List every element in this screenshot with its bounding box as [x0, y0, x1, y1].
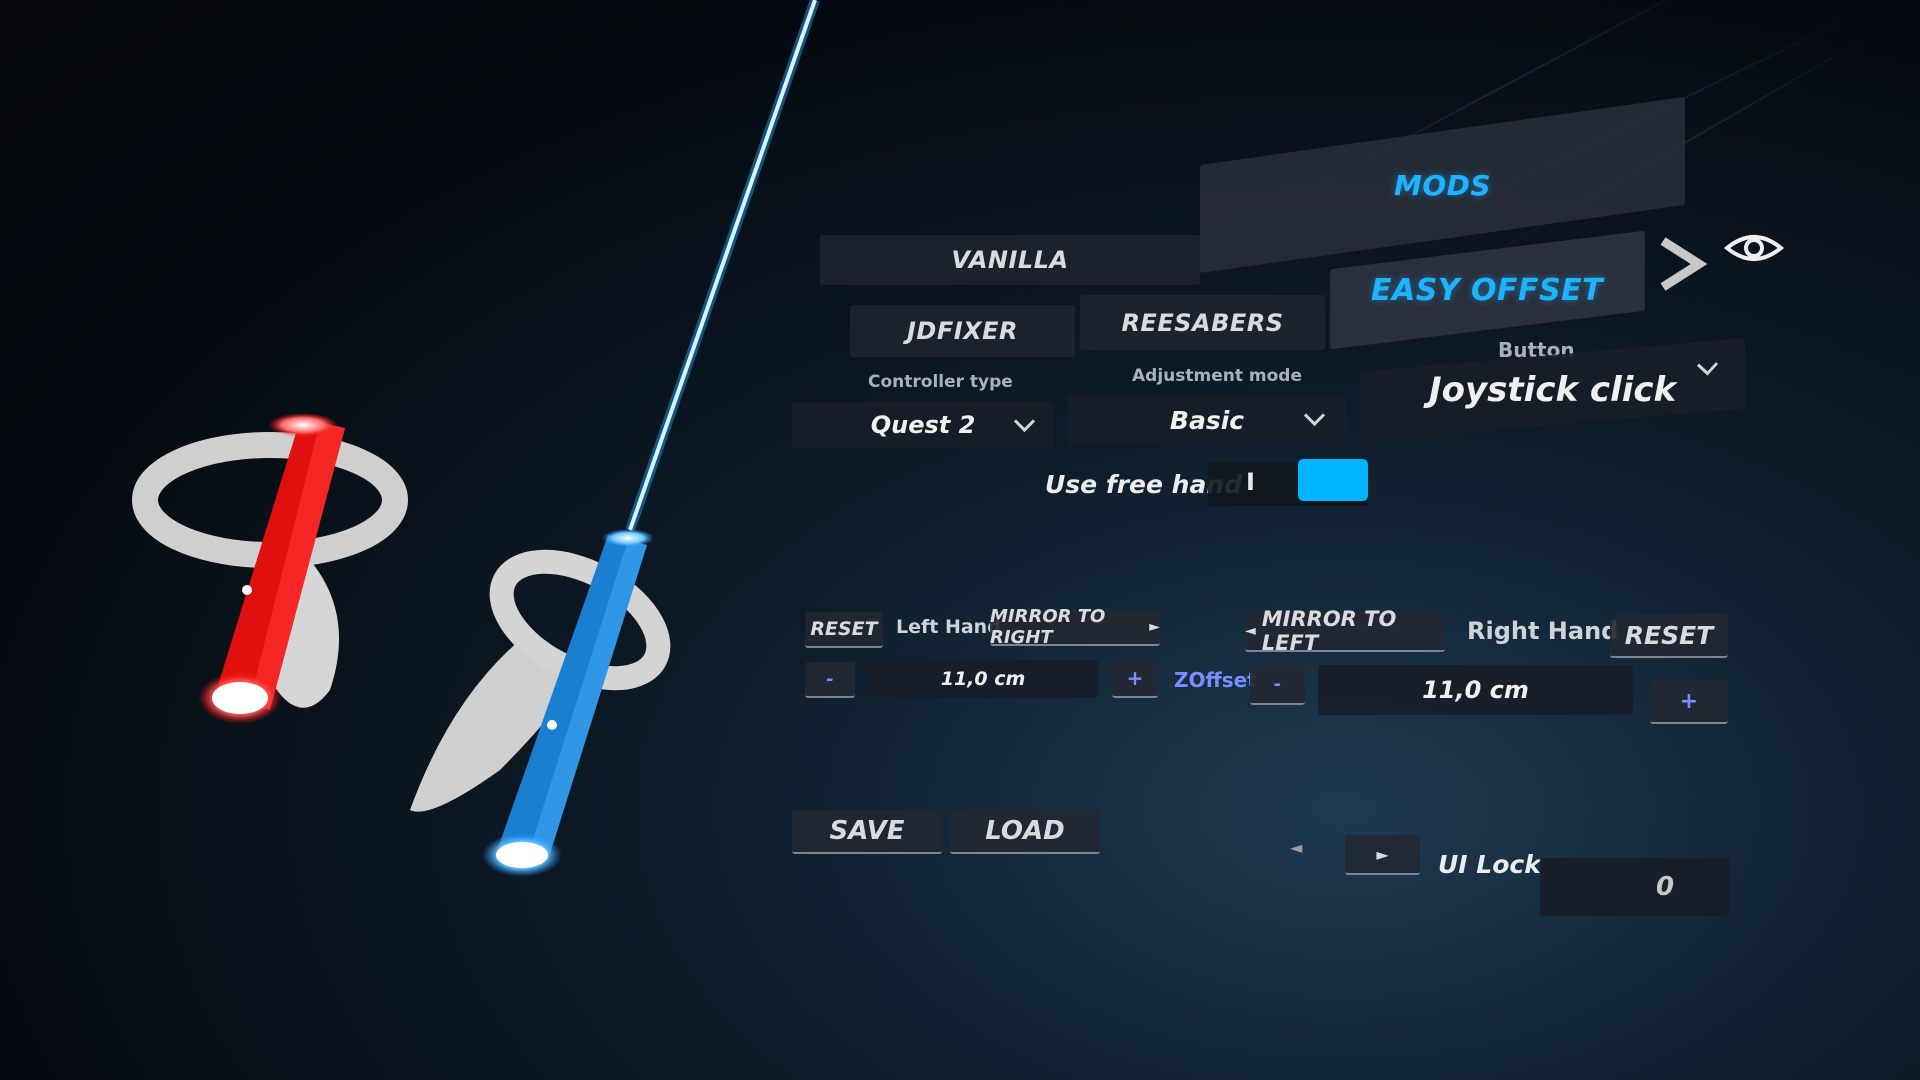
adjustment-mode-label: Adjustment mode — [1132, 366, 1302, 386]
free-hand-toggle[interactable]: I — [1208, 459, 1368, 506]
next-arrow-icon[interactable] — [1655, 235, 1707, 293]
offset-value: 11,0 cm — [1422, 676, 1529, 704]
eye-icon[interactable] — [1723, 230, 1785, 266]
tab-label: MODS — [1393, 168, 1492, 202]
tab-label: VANILLA — [951, 246, 1069, 274]
controller-type-value: Quest 2 — [870, 411, 976, 439]
chevron-down-icon — [1696, 354, 1719, 376]
button-label: RESET — [1624, 620, 1714, 650]
left-minus-button[interactable]: - — [805, 662, 855, 698]
ui-lock-next-button[interactable]: ► — [1345, 835, 1420, 875]
left-reset-button[interactable]: RESET — [805, 612, 883, 648]
arrow-left-icon: ◄ — [1245, 623, 1256, 639]
button-label: LOAD — [985, 816, 1065, 846]
zoffset-label: ZOffset — [1174, 668, 1257, 692]
button-label: - — [826, 668, 834, 690]
button-value: Joystick click — [1428, 370, 1677, 410]
mirror-to-right-button[interactable]: MIRROR TO RIGHT ► — [990, 606, 1160, 648]
right-offset-value[interactable]: 11,0 cm — [1318, 665, 1633, 715]
arrow-right-icon: ► — [1376, 844, 1389, 864]
controller-type-label: Controller type — [868, 372, 1013, 392]
right-plus-button[interactable]: + — [1650, 680, 1728, 724]
chevron-down-icon — [1303, 404, 1326, 427]
tab-label: EASY OFFSET — [1371, 272, 1604, 308]
arrow-right-icon: ► — [1149, 619, 1160, 635]
button-label: SAVE — [829, 816, 905, 846]
offset-value: 11,0 cm — [940, 668, 1026, 690]
tab-label: REESABERS — [1121, 308, 1284, 337]
save-button[interactable]: SAVE — [792, 810, 942, 854]
adjustment-mode-dropdown[interactable]: Basic — [1068, 395, 1346, 445]
button-label: + — [1126, 666, 1144, 690]
controller-type-dropdown[interactable]: Quest 2 — [792, 402, 1054, 448]
arrow-left-icon[interactable]: ◄ — [1290, 838, 1302, 857]
right-minus-button[interactable]: - — [1250, 665, 1305, 705]
right-hand-label: Right Hand — [1467, 617, 1619, 645]
adjustment-mode-value: Basic — [1169, 405, 1245, 435]
right-reset-button[interactable]: RESET — [1610, 614, 1728, 658]
button-label: RESET — [810, 618, 878, 640]
button-label: MIRROR TO RIGHT — [990, 606, 1106, 648]
ui-lock-label: UI Lock — [1438, 850, 1541, 879]
right-controller-saber — [410, 0, 820, 877]
button-label: + — [1679, 688, 1699, 714]
button-label: MIRROR TO LEFT — [1261, 607, 1397, 655]
left-hand-label: Left Hand — [896, 616, 1001, 638]
mirror-to-left-button[interactable]: ◄ MIRROR TO LEFT — [1245, 607, 1445, 655]
load-button[interactable]: LOAD — [950, 810, 1100, 854]
chevron-down-icon — [1013, 410, 1036, 433]
button-label: - — [1273, 673, 1282, 695]
ui-lock-value: 0 — [1655, 872, 1675, 902]
tab-reesabers[interactable]: REESABERS — [1080, 295, 1325, 350]
left-offset-value[interactable]: 11,0 cm — [868, 660, 1098, 698]
tab-jdfixer[interactable]: JDFIXER — [850, 305, 1075, 357]
toggle-knob — [1298, 459, 1368, 501]
tab-label: JDFIXER — [906, 317, 1019, 345]
toggle-indicator: I — [1246, 468, 1255, 496]
left-plus-button[interactable]: + — [1112, 660, 1158, 698]
left-controller-saber — [132, 413, 408, 724]
ui-lock-value-field[interactable]: 0 — [1540, 858, 1730, 916]
tab-vanilla[interactable]: VANILLA — [820, 235, 1200, 285]
